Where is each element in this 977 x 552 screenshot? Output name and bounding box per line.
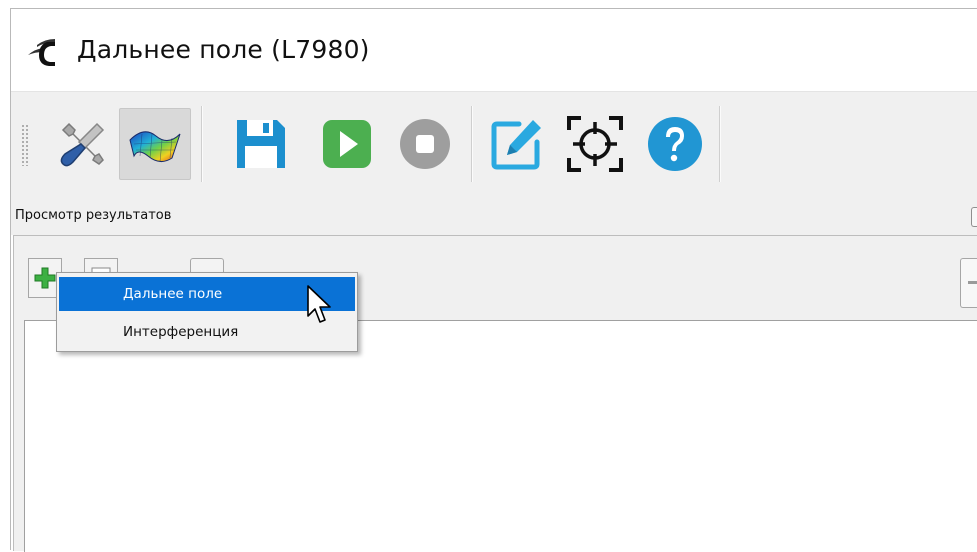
settings-tools-button[interactable] [47, 108, 119, 180]
surface-plot-icon [129, 131, 181, 163]
floppy-disk-icon [237, 120, 285, 168]
results-list[interactable] [24, 320, 977, 552]
title-bar: Дальнее поле (L7980) [11, 9, 977, 91]
edit-button[interactable] [481, 108, 553, 180]
run-button[interactable] [311, 108, 383, 180]
main-toolbar [11, 91, 977, 198]
collapse-control[interactable] [960, 258, 977, 308]
crosshair-icon [567, 116, 623, 172]
window-title: Дальнее поле (L7980) [77, 35, 370, 64]
toolbar-separator [201, 106, 202, 182]
stop-button[interactable] [389, 108, 461, 180]
target-button[interactable] [559, 108, 631, 180]
panel-title: Просмотр результатов [15, 208, 172, 223]
surface-plot-button[interactable] [119, 108, 191, 180]
app-logo-icon [28, 39, 55, 66]
panel-float-button[interactable] [971, 207, 977, 227]
help-question-icon [648, 117, 702, 171]
toolbar-grip[interactable] [21, 124, 29, 166]
wrench-screwdriver-icon [60, 122, 105, 167]
help-button[interactable] [639, 108, 711, 180]
mouse-cursor-icon [307, 285, 331, 323]
edit-pencil-icon [491, 120, 541, 170]
toolbar-separator [471, 106, 472, 182]
panel-title-bar: Просмотр результатов [11, 197, 977, 235]
play-icon [323, 120, 371, 168]
plus-icon [34, 267, 56, 289]
toolbar-separator [719, 106, 720, 182]
save-button[interactable] [225, 108, 297, 180]
stop-icon [400, 119, 450, 169]
